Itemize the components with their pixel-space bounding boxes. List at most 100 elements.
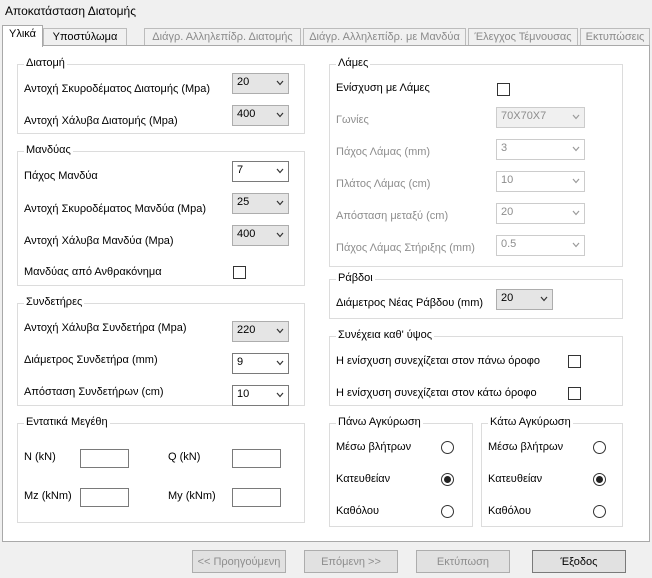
section-steel-label: Αντοχή Χάλυβα Διατομής (Mpa): [24, 115, 178, 127]
bars-diameter-label: Διάμετρος Νέας Ράβδου (mm): [336, 297, 484, 309]
lower-anchor-opt3-radio[interactable]: [593, 505, 606, 518]
stirrups-group-title: Συνδετήρες: [24, 296, 85, 308]
tab-materials[interactable]: Υλικά: [2, 25, 43, 47]
jacket-group: Μανδύας Πάχος Μανδύα 7 Αντοχή Σκυροδέματ…: [17, 144, 305, 286]
chevron-down-icon: [276, 232, 284, 238]
chevron-down-icon: [276, 392, 284, 398]
materials-panel: Διατομή Αντοχή Σκυροδέματος Διατομής (Mp…: [2, 45, 650, 542]
tab-jacket-interaction[interactable]: Διάγρ. Αλληλεπίδρ. με Μανδύα: [303, 28, 466, 46]
stirrups-spacing-combo[interactable]: 10: [232, 385, 289, 406]
section-concrete-label: Αντοχή Σκυροδέματος Διατομής (Mpa): [24, 83, 211, 95]
plates-support-value: 0.5: [501, 238, 517, 250]
continuity-lower-checkbox[interactable]: [568, 387, 581, 400]
radio-selected-dot: [596, 476, 603, 483]
chevron-down-icon: [276, 200, 284, 206]
chevron-down-icon: [540, 296, 548, 302]
plates-angles-combo[interactable]: 70X70X7: [496, 107, 585, 128]
continuity-lower-label: Η ενίσχυση συνεχίζεται στον κάτω όροφο: [336, 387, 537, 399]
force-mz-label: Mz (kNm): [24, 490, 72, 502]
section-group: Διατομή Αντοχή Σκυροδέματος Διατομής (Mp…: [17, 57, 305, 134]
jacket-carbon-checkbox[interactable]: [233, 266, 246, 279]
chevron-down-icon: [572, 114, 580, 120]
chevron-down-icon: [572, 210, 580, 216]
jacket-steel-combo[interactable]: 400: [232, 225, 289, 246]
force-q-input[interactable]: [232, 449, 281, 468]
section-concrete-value: 20: [237, 76, 250, 88]
upper-anchor-opt1-radio[interactable]: [441, 441, 454, 454]
stirrups-group: Συνδετήρες Αντοχή Χάλυβα Συνδετήρα (Mpa)…: [17, 296, 305, 406]
chevron-down-icon: [276, 168, 284, 174]
upper-anchor-opt3-radio[interactable]: [441, 505, 454, 518]
jacket-concrete-combo[interactable]: 25: [232, 193, 289, 214]
plates-width-combo[interactable]: 10: [496, 171, 585, 192]
chevron-down-icon: [572, 178, 580, 184]
stirrups-spacing-label: Απόσταση Συνδετήρων (cm): [24, 386, 164, 398]
continuity-group-title: Συνέχεια καθ' ύψος: [336, 329, 435, 341]
chevron-down-icon: [572, 242, 580, 248]
lower-anchor-group: Κάτω Αγκύρωση Μέσω βλήτρων Κατευθείαν Κα…: [481, 416, 623, 527]
section-steel-combo[interactable]: 400: [232, 105, 289, 126]
forces-group-title: Εντατικά Μεγέθη: [24, 416, 110, 428]
tab-shear-check[interactable]: Έλεγχος Τέμνουσας: [468, 28, 578, 46]
section-group-title: Διατομή: [24, 57, 67, 69]
upper-anchor-opt2-radio[interactable]: [441, 473, 454, 486]
plates-thickness-combo[interactable]: 3: [496, 139, 585, 160]
section-steel-value: 400: [237, 108, 256, 120]
plates-angles-label: Γωνίες: [336, 114, 369, 126]
force-my-input[interactable]: [232, 488, 281, 507]
force-mz-input[interactable]: [80, 488, 129, 507]
plates-enable-label: Ενίσχυση με Λάμες: [336, 82, 430, 94]
stirrups-diameter-label: Διάμετρος Συνδετήρα (mm): [24, 354, 158, 366]
upper-anchor-title: Πάνω Αγκύρωση: [336, 416, 423, 428]
force-my-label: My (kNm): [168, 490, 216, 502]
section-concrete-combo[interactable]: 20: [232, 73, 289, 94]
upper-anchor-opt3-label: Καθόλου: [336, 505, 380, 517]
plates-thickness-value: 3: [501, 142, 508, 154]
lower-anchor-opt2-radio[interactable]: [593, 473, 606, 486]
plates-spacing-combo[interactable]: 20: [496, 203, 585, 224]
plates-enable-checkbox[interactable]: [497, 83, 510, 96]
bars-group: Ράβδοι Διάμετρος Νέας Ράβδου (mm) 20: [329, 272, 623, 319]
jacket-thickness-combo[interactable]: 7: [232, 161, 289, 182]
force-n-input[interactable]: [80, 449, 129, 468]
jacket-group-title: Μανδύας: [24, 144, 73, 156]
chevron-down-icon: [572, 146, 580, 152]
chevron-down-icon: [276, 360, 284, 366]
plates-width-value: 10: [501, 174, 514, 186]
bars-diameter-combo[interactable]: 20: [496, 289, 553, 310]
bars-diameter-value: 20: [501, 292, 514, 304]
previous-button[interactable]: << Προηγούμενη: [192, 550, 286, 573]
chevron-down-icon: [276, 328, 284, 334]
plates-group-title: Λάμες: [336, 57, 371, 69]
stirrups-diameter-value: 9: [237, 356, 244, 368]
stirrups-steel-combo[interactable]: 220: [232, 321, 289, 342]
print-button[interactable]: Εκτύπωση: [416, 550, 510, 573]
jacket-carbon-label: Μανδύας από Ανθρακόνημα: [24, 266, 162, 278]
stirrups-diameter-combo[interactable]: 9: [232, 353, 289, 374]
jacket-concrete-value: 25: [237, 196, 250, 208]
next-button[interactable]: Επόμενη >>: [304, 550, 398, 573]
lower-anchor-opt1-label: Μέσω βλήτρων: [488, 441, 564, 453]
tab-column[interactable]: Υποστύλωμα: [43, 28, 127, 46]
lower-anchor-opt2-label: Κατευθείαν: [488, 473, 543, 485]
continuity-upper-checkbox[interactable]: [568, 355, 581, 368]
forces-group: Εντατικά Μεγέθη N (kN) Q (kN) Mz (kNm) M…: [17, 416, 305, 523]
plates-support-combo[interactable]: 0.5: [496, 235, 585, 256]
tab-prints[interactable]: Εκτυπώσεις: [580, 28, 650, 46]
upper-anchor-group: Πάνω Αγκύρωση Μέσω βλήτρων Κατευθείαν Κα…: [329, 416, 473, 527]
force-q-label: Q (kN): [168, 451, 201, 463]
plates-support-label: Πάχος Λάμας Στήριξης (mm): [336, 242, 475, 254]
plates-spacing-value: 20: [501, 206, 514, 218]
stirrups-steel-label: Αντοχή Χάλυβα Συνδετήρα (Mpa): [24, 322, 187, 334]
lower-anchor-opt1-radio[interactable]: [593, 441, 606, 454]
jacket-thickness-label: Πάχος Μανδύα: [24, 170, 98, 182]
lower-anchor-opt3-label: Καθόλου: [488, 505, 532, 517]
upper-anchor-opt2-label: Κατευθείαν: [336, 473, 391, 485]
chevron-down-icon: [276, 80, 284, 86]
jacket-thickness-value: 7: [237, 164, 244, 176]
plates-spacing-label: Απόσταση μεταξύ (cm): [336, 210, 449, 222]
exit-button[interactable]: Έξοδος: [532, 550, 626, 573]
tab-bar: Υλικά Υποστύλωμα Διάγρ. Αλληλεπίδρ. Διατ…: [0, 24, 652, 47]
tab-section-interaction[interactable]: Διάγρ. Αλληλεπίδρ. Διατομής: [144, 28, 301, 46]
continuity-group: Συνέχεια καθ' ύψος Η ενίσχυση συνεχίζετα…: [329, 329, 623, 406]
